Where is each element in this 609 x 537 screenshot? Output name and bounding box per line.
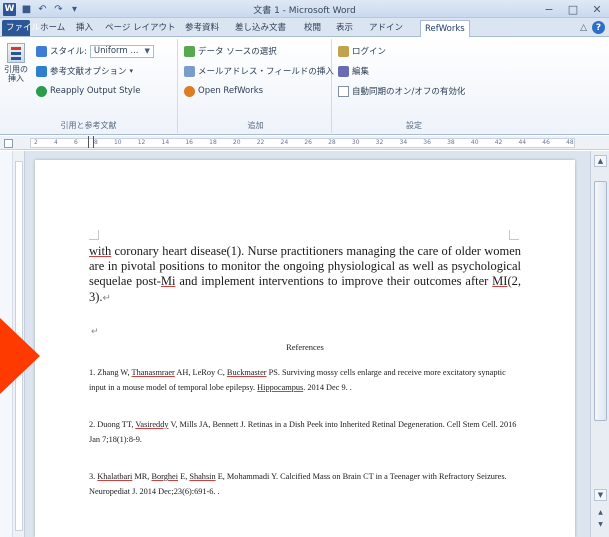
scroll-up-button[interactable]: ▲ [594,155,607,167]
data-source-icon [184,45,195,57]
reference-item[interactable]: 3. Khalatbari MR, Borghei E, Shahsin E, … [89,470,521,499]
collapse-ribbon-icon[interactable]: △ [580,23,587,33]
tab-insert[interactable]: 挿入 [72,20,97,36]
ruler-tick-label: 26 [304,139,312,146]
style-selector[interactable]: スタイル: Uniform ... ▼ [36,44,154,58]
tab-mailings[interactable]: 差し込み文書 [231,20,290,36]
ruler-tick-label: 18 [209,139,217,146]
style-icon [36,45,47,57]
paragraph-mark: ↵ [102,292,111,304]
edit-icon [338,65,349,77]
insert-citation-icon [7,43,25,63]
tab-view[interactable]: 表示 [332,20,357,36]
group-settings: ログイン 編集 自動同期のオン/オフの有効化 設定 [334,39,494,133]
refworks-icon [184,85,195,97]
scroll-thumb[interactable] [594,181,607,421]
ruler-tick-label: 10 [113,139,122,146]
tab-references[interactable]: 参考資料 [181,20,223,36]
tab-selector-icon[interactable] [4,139,13,148]
ruler-tick-label: 32 [375,139,384,146]
tab-page-layout[interactable]: ページ レイアウト [101,20,180,36]
tab-file[interactable]: ファイル [2,20,40,36]
ruler-tick-label: 6 [73,139,78,146]
next-page-button[interactable]: ▼ [594,519,607,529]
bibliography-options-button[interactable]: 参考文献オプション ▾ [36,64,133,78]
ruler-tick-label: 40 [470,139,479,146]
ruler-tick-label: 42 [494,139,503,146]
tab-refworks[interactable]: RefWorks [420,20,470,38]
body-paragraph[interactable]: with coronary heart disease(1). Nurse pr… [89,244,521,306]
scroll-down-button[interactable]: ▼ [594,489,607,501]
ribbon-tabs: ファイル ホーム 挿入 ページ レイアウト 参考資料 差し込み文書 校閲 表示 … [0,18,609,38]
style-dropdown[interactable]: Uniform ... ▼ [89,44,154,58]
previous-page-button[interactable]: ▲ [594,507,607,517]
chevron-down-icon: ▾ [129,67,134,75]
text-boundary-marker [89,230,99,240]
reference-item[interactable]: 1. Zhang W, Thanasmraer AH, LeRoy C, Buc… [89,366,521,395]
data-source-button[interactable]: データ ソースの選択 [184,44,277,58]
insert-field-button[interactable]: メールアドレス・フィールドの挿入 [184,64,334,78]
tab-addins[interactable]: アドイン [365,20,407,36]
window-controls: − □ ✕ [537,0,609,18]
reapply-output-style-button[interactable]: Reapply Output Style [36,84,140,98]
ruler-tick-label: 20 [232,139,241,146]
ruler-tick-label: 16 [185,139,193,146]
empty-paragraph-mark: ↵ [91,326,99,336]
minimize-button[interactable]: − [537,0,561,18]
annotation-arrow-icon [0,318,40,394]
document-page[interactable]: with coronary heart disease(1). Nurse pr… [35,160,575,537]
ruler-tick-label: 30 [351,139,360,146]
group-extras: データ ソースの選択 メールアドレス・フィールドの挿入 Open RefWork… [180,39,334,133]
references-heading[interactable]: References [89,342,521,352]
bibliography-icon [36,65,47,77]
login-button[interactable]: ログイン [338,44,386,58]
window-title: 文書 1 - Microsoft Word [253,6,356,16]
tab-home[interactable]: ホーム [36,20,69,36]
ruler-tick-label: 46 [542,139,550,146]
ruler-tick-label: 34 [399,139,408,146]
ruler-tick-label: 48 [566,139,574,146]
group-label-settings: 設定 [406,121,422,130]
ribbon-refworks: 引用の挿入 スタイル: Uniform ... ▼ 参考文献オプション ▾ Re… [0,37,609,135]
text-boundary-marker [509,230,519,240]
ruler-numbers: 2 4 6 8 10 12 14 16 18 20 22 24 26 28 30 32 34 36 38 40 42 44… [34,138,574,148]
group-label-citations: 引用と参考文献 [60,121,117,130]
edit-button[interactable]: 編集 [338,64,369,78]
ruler-tick-label: 14 [161,139,170,146]
ruler-tick-label: 22 [256,139,265,146]
title-bar: W ■ ↶ ↷ ▾ 文書 1 - Microsoft Word − □ ✕ [0,0,609,18]
reference-item[interactable]: 2. Duong TT, Vasireddy V, Mills JA, Benn… [89,418,521,447]
ruler-tick-label: 12 [137,139,146,146]
ruler-tick-label: 4 [53,139,58,146]
ruler-tick-label: 24 [280,139,289,146]
ruler-tick-label: 38 [447,139,455,146]
chevron-down-icon: ▼ [144,47,150,55]
insert-citation-button[interactable]: 引用の挿入 [2,43,30,101]
open-refworks-button[interactable]: Open RefWorks [184,84,263,98]
tab-review[interactable]: 校閲 [300,20,325,36]
group-citations: 引用の挿入 スタイル: Uniform ... ▼ 参考文献オプション ▾ Re… [0,39,178,133]
indent-marker[interactable] [88,136,94,148]
ruler-tick-label: 2 [34,139,38,146]
reapply-icon [36,85,47,97]
ruler-tick-label: 44 [518,139,527,146]
ruler-tick-label: 8 [93,139,98,146]
ruler-tick-label: 28 [328,139,336,146]
help-icon[interactable]: ? [592,21,605,34]
insert-field-icon [184,65,195,77]
auto-update-toggle[interactable]: 自動同期のオン/オフの有効化 [338,84,465,98]
checkbox-icon[interactable] [338,85,349,97]
login-icon [338,45,349,57]
vertical-scrollbar[interactable]: ▲ ▼ ▲ ▼ [590,151,609,537]
group-label-extras: 追加 [247,121,264,130]
maximize-button[interactable]: □ [561,0,585,18]
ruler-tick-label: 36 [423,139,431,146]
close-button[interactable]: ✕ [585,0,609,18]
